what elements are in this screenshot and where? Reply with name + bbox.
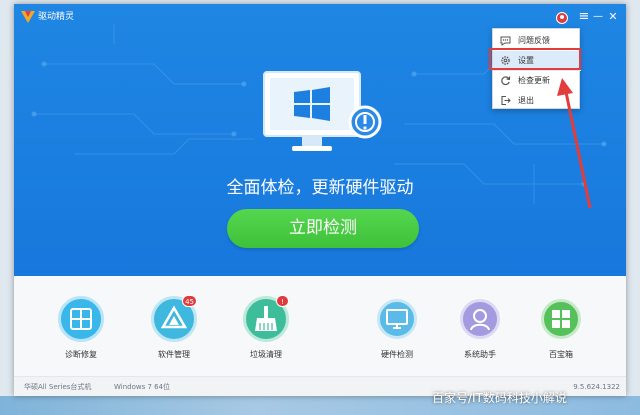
feedback-icon [500,36,511,46]
tool-diagnose-repair[interactable]: 诊断修复 [58,296,104,359]
menu-item-exit[interactable]: 退出 [493,91,581,111]
user-avatar-icon[interactable] [556,12,568,24]
app-logo-icon [21,11,35,23]
app-window: 驱动精灵 ≡ — ✕ 全面体检，更新硬件驱动 立即检测 问题反馈 设置 检查更新… [14,4,626,396]
tool-label: 垃圾清理 [250,350,282,359]
repair-icon [58,296,104,342]
tool-label: 百宝箱 [549,350,573,359]
refresh-icon [501,76,511,86]
close-button[interactable]: ✕ [607,10,619,24]
tool-junk-cleanup[interactable]: ! 垃圾清理 [243,295,289,359]
menu-item-label: 检查更新 [518,76,550,85]
tool-label: 硬件检测 [381,350,413,359]
menu-item-label: 退出 [518,96,534,105]
tool-system-assistant[interactable]: 系统助手 [460,299,500,359]
title-bar: 驱动精灵 ≡ — ✕ [14,4,626,30]
hardware-icon [377,299,417,339]
tool-label: 软件管理 [158,350,190,359]
app-name: 驱动精灵 [38,12,75,22]
menu-item-label: 问题反馈 [518,36,550,45]
menu-button[interactable]: ≡ [578,10,590,24]
minimize-button[interactable]: — [592,10,604,24]
software-icon: 45 [151,295,197,342]
tool-label: 诊断修复 [65,350,97,359]
tool-toolbox[interactable]: 百宝箱 [541,299,581,359]
hero-slogan: 全面体检，更新硬件驱动 [226,178,414,198]
scan-now-button[interactable]: 立即检测 [227,209,419,248]
tools-panel [14,276,626,376]
device-model: 华硕All Series台式机 [24,383,92,391]
broom-icon: ! [243,295,289,342]
os-version: Windows 7 64位 [114,383,171,391]
tool-software-manager[interactable]: 45 软件管理 [151,295,197,359]
app-version: 9.5.624.1322 [573,383,620,391]
tool-label: 系统助手 [464,350,496,359]
settings-highlight-box [489,48,581,70]
exit-icon [501,95,511,106]
toolbox-icon [541,299,581,339]
update-count-badge: 45 [182,295,197,307]
assistant-icon [460,299,500,339]
tool-hardware-detect[interactable]: 硬件检测 [377,299,417,359]
monitor-illustration-icon [263,71,382,151]
watermark-text: 百家号/IT数码科技小解说 [432,391,567,405]
menu-item-check-update[interactable]: 检查更新 [493,71,581,91]
alert-badge: ! [276,295,289,307]
